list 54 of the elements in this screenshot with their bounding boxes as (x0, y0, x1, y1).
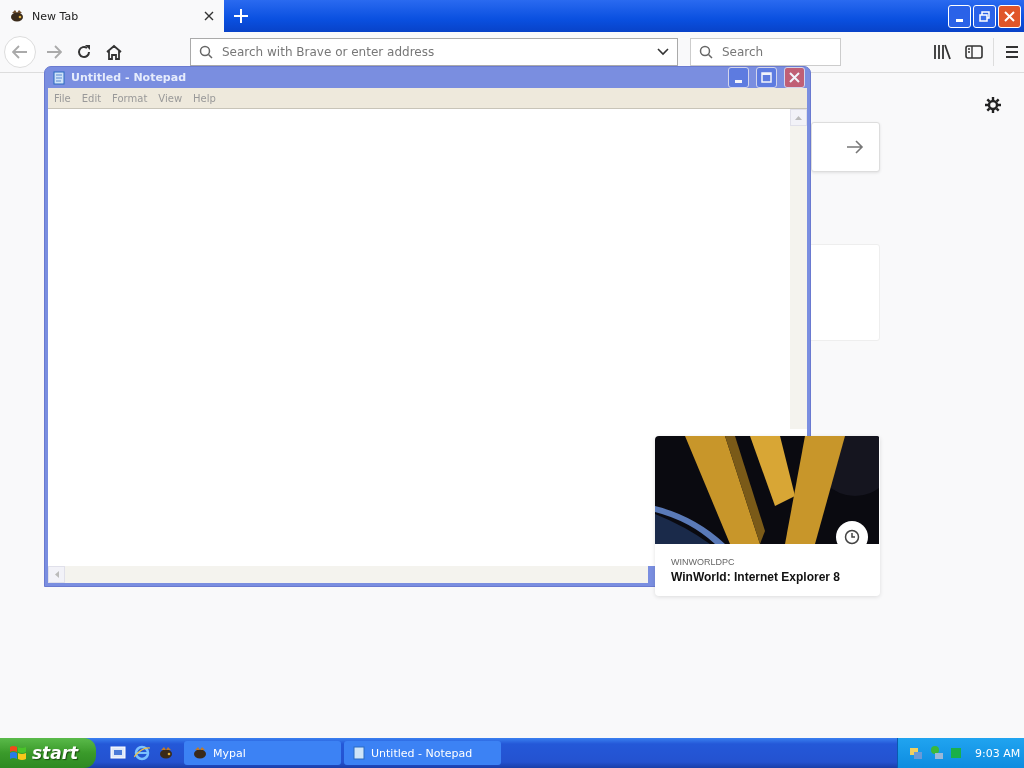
minimize-button[interactable] (728, 67, 749, 88)
taskbar-button[interactable]: Untitled - Notepad (344, 741, 501, 765)
reload-icon[interactable] (76, 44, 92, 60)
taskbar-button[interactable]: Mypal (184, 741, 341, 765)
menu-item[interactable]: Help (193, 92, 216, 104)
sidebar-icon[interactable] (965, 44, 983, 60)
menu-item[interactable]: Format (112, 92, 148, 104)
notepad-icon (352, 746, 366, 760)
back-icon (12, 45, 28, 59)
close-icon (789, 72, 800, 83)
restore-button[interactable] (973, 4, 996, 28)
menu-item[interactable]: File (54, 92, 71, 104)
close-icon (1004, 10, 1015, 22)
close-button[interactable] (784, 67, 805, 88)
home-icon[interactable] (106, 44, 122, 60)
arrow-icon[interactable] (846, 140, 864, 154)
new-tab-icon[interactable] (234, 9, 248, 23)
start-button[interactable]: start (0, 738, 96, 768)
window-title: Untitled - Notepad (71, 71, 187, 84)
settings-icon[interactable] (984, 96, 1002, 114)
status-icon (950, 747, 962, 759)
search-icon (199, 45, 213, 59)
menu-icon[interactable] (1004, 45, 1020, 59)
minimize-icon (735, 80, 742, 83)
search-field[interactable]: Search (690, 38, 841, 66)
menu-item[interactable]: Edit (81, 92, 102, 104)
left-arrow-icon (54, 571, 59, 578)
up-arrow-icon (795, 115, 802, 120)
library-icon[interactable] (933, 44, 951, 60)
network-icon (908, 745, 924, 761)
browser-icon[interactable] (134, 745, 150, 761)
maximize-button[interactable] (756, 67, 777, 88)
menu-item[interactable]: View (158, 92, 183, 104)
maximize-icon (761, 72, 772, 83)
windows-flag-icon (9, 744, 27, 762)
address-bar[interactable]: Search with Brave or enter address (190, 38, 678, 66)
desktop-icon[interactable] (110, 745, 126, 761)
close-icon[interactable] (204, 11, 214, 21)
scrollbar[interactable] (48, 566, 648, 583)
highlight-card[interactable]: WINWORLDPC WinWorld: Internet Explorer 8 (655, 436, 880, 596)
card-source: WINWORLDPC (671, 557, 736, 567)
security-icon (929, 745, 945, 761)
browser-tab[interactable]: New Tab (0, 0, 224, 32)
boar-icon[interactable] (158, 746, 174, 760)
restore-icon (979, 10, 990, 22)
dropdown-icon[interactable] (657, 48, 669, 56)
clock: 9:03 AM (975, 746, 1021, 760)
card-title: WinWorld: Internet Explorer 8 (671, 570, 842, 584)
boar-icon (192, 746, 208, 760)
scrollbar[interactable] (790, 109, 807, 429)
notepad-icon (52, 70, 66, 85)
search-icon (699, 45, 713, 59)
minimize-icon (956, 18, 963, 22)
boar-icon (9, 9, 25, 23)
